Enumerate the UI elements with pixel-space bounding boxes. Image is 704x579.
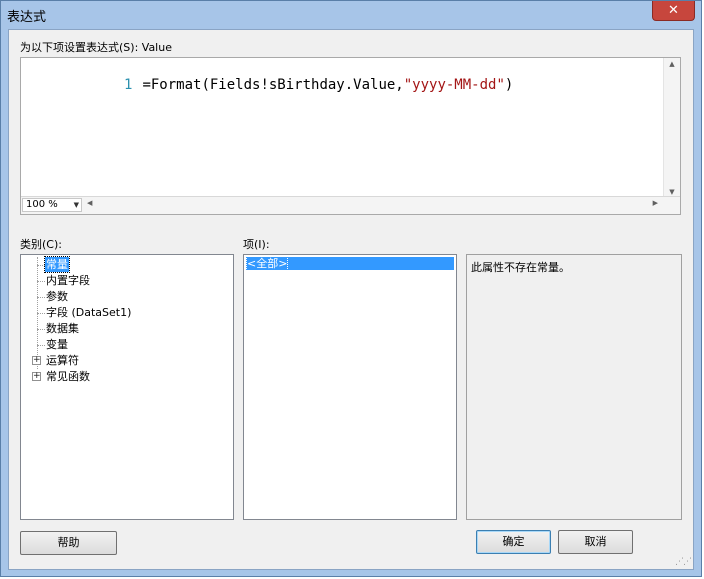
line-number: 1: [124, 77, 133, 93]
expression-editor[interactable]: 1 =Format(Fields!sBirthday.Value,"yyyy-MM…: [20, 57, 681, 215]
expand-plus-icon[interactable]: +: [32, 356, 41, 365]
chevron-down-icon: ▼: [73, 201, 79, 209]
items-list[interactable]: <全部>: [243, 254, 457, 520]
category-item-datasets[interactable]: 数据集: [46, 321, 79, 336]
category-item-builtin-fields[interactable]: 内置字段: [46, 273, 90, 288]
code-string-literal: "yyyy-MM-dd": [403, 77, 505, 93]
scroll-right-icon[interactable]: ▶: [653, 199, 658, 207]
description-panel: 此属性不存在常量。: [466, 254, 682, 520]
category-item-common-functions[interactable]: 常见函数: [46, 369, 90, 384]
scroll-down-icon[interactable]: ▼: [664, 188, 680, 196]
resize-grip-icon[interactable]: ⋰⋰: [675, 557, 692, 567]
category-label: 类别(C):: [20, 238, 62, 251]
close-icon: ✕: [668, 3, 679, 18]
category-item-constants[interactable]: 常量: [44, 256, 70, 273]
editor-status-bar: 100 % ▼ ◀ ▶: [21, 196, 680, 214]
items-label: 项(I):: [243, 238, 270, 251]
expand-plus-icon[interactable]: +: [32, 372, 41, 381]
title-bar[interactable]: 表达式 ✕: [1, 1, 701, 29]
tree-connector: [37, 281, 45, 282]
scroll-left-icon[interactable]: ◀: [87, 199, 92, 207]
code-function: =Format(Fields!sBirthday.Value,: [142, 77, 404, 93]
list-item-all[interactable]: <全部>: [245, 256, 454, 271]
tree-connector: [37, 345, 45, 346]
code-closing-paren: ): [504, 77, 514, 93]
expression-dialog: 表达式 ✕ 为以下项设置表达式(S): Value 1 =Format(Field…: [0, 0, 702, 577]
expression-label: 为以下项设置表达式(S): Value: [20, 41, 172, 54]
tree-connector: [37, 265, 45, 266]
category-item-fields-dataset1[interactable]: 字段 (DataSet1): [46, 305, 131, 320]
dialog-body: 为以下项设置表达式(S): Value 1 =Format(Fields!sBir…: [8, 29, 694, 570]
help-button[interactable]: 帮助: [20, 531, 117, 555]
description-text: 此属性不存在常量。: [471, 261, 570, 274]
category-item-parameters[interactable]: 参数: [46, 289, 68, 304]
tree-connector: [37, 297, 45, 298]
ok-button[interactable]: 确定: [476, 530, 551, 554]
dialog-title: 表达式: [7, 10, 47, 25]
tree-connector: [37, 329, 45, 330]
cancel-button[interactable]: 取消: [558, 530, 633, 554]
tree-connector: [37, 313, 45, 314]
zoom-value: 100 %: [26, 199, 58, 210]
category-tree[interactable]: 常量 内置字段 参数 字段 (DataSet1) 数据集 变量 + 运算符 + …: [20, 254, 234, 520]
code-line-1[interactable]: 1 =Format(Fields!sBirthday.Value,"yyyy-MM…: [21, 61, 513, 109]
close-button[interactable]: ✕: [652, 1, 695, 21]
category-item-variables[interactable]: 变量: [46, 337, 68, 352]
scroll-up-icon[interactable]: ▲: [664, 60, 680, 68]
zoom-dropdown[interactable]: 100 % ▼: [22, 198, 82, 212]
list-item-all-label: <全部>: [245, 256, 289, 271]
vertical-scrollbar[interactable]: ▲ ▼: [663, 58, 680, 198]
category-item-operators[interactable]: 运算符: [46, 353, 79, 368]
